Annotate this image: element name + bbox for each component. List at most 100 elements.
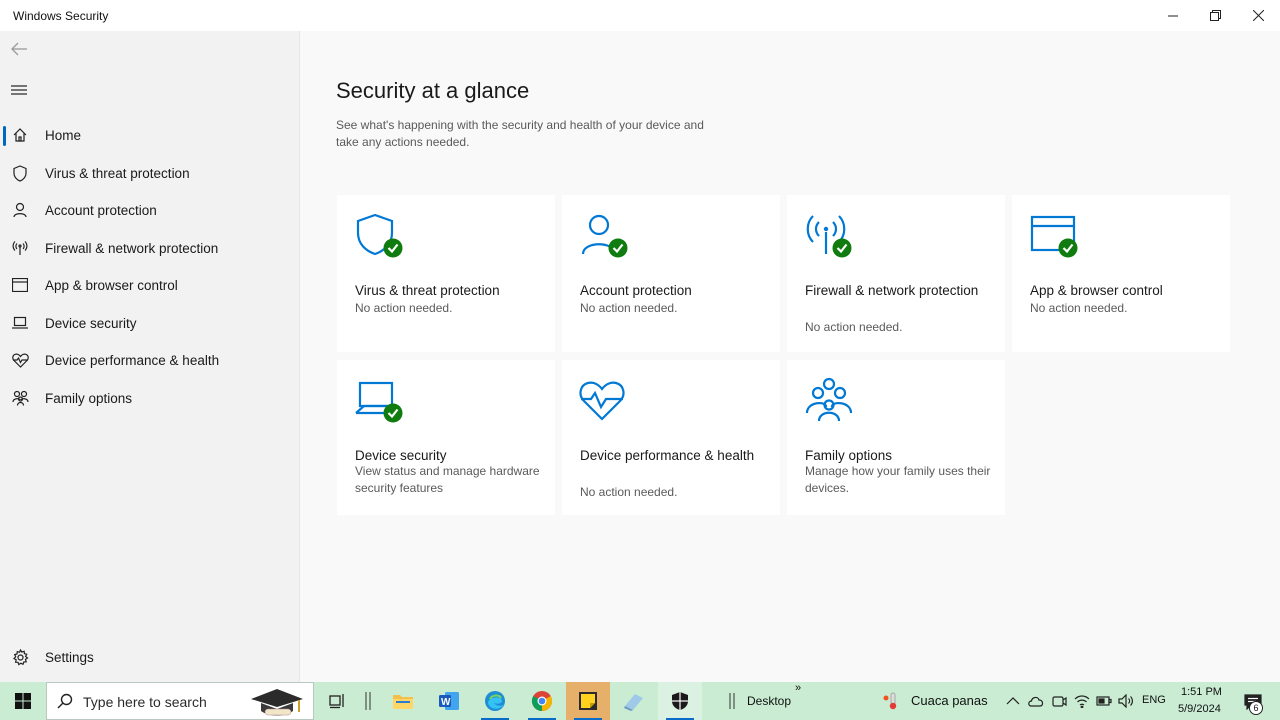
sidebar-item-label: Settings [45, 649, 94, 665]
minimize-button[interactable] [1151, 0, 1194, 31]
person-check-icon [581, 214, 628, 258]
laptop-icon [11, 314, 29, 332]
taskbar-word[interactable]: W [427, 682, 471, 720]
home-icon [11, 126, 29, 144]
sidebar-item-label: App & browser control [45, 277, 178, 293]
sidebar-item-label: Virus & threat protection [45, 165, 190, 181]
restore-button[interactable] [1194, 0, 1237, 31]
sidebar-item-account[interactable]: Account protection [0, 192, 300, 228]
tile-app-browser-control[interactable]: App & browser control No action needed. [1012, 195, 1230, 352]
taskbar-file-explorer[interactable] [381, 682, 425, 720]
shield-icon [11, 164, 29, 182]
hamburger-menu-button[interactable] [8, 80, 30, 100]
weather-icon[interactable] [883, 692, 899, 710]
heart-pulse-icon [579, 381, 625, 421]
sidebar-item-label: Device security [45, 315, 137, 331]
chrome-icon [531, 691, 553, 712]
search-icon [57, 693, 73, 709]
sidebar-item-label: Device performance & health [45, 352, 220, 368]
tile-family-options[interactable]: Family options Manage how your family us… [787, 360, 1005, 515]
onedrive-icon[interactable] [1028, 693, 1044, 709]
edge-icon [485, 691, 505, 711]
clock-time[interactable]: 1:51 PM [1181, 686, 1222, 698]
back-button[interactable] [8, 39, 30, 59]
sidebar-item-label: Home [45, 127, 82, 143]
shield-check-icon [356, 213, 403, 258]
sidebar-item-virus-threat[interactable]: Virus & threat protection [0, 155, 300, 191]
tile-title: Firewall & network protection [805, 283, 979, 298]
tile-status: Manage how your family uses their device… [805, 464, 991, 495]
close-button[interactable] [1237, 0, 1280, 31]
sticky-notes-icon [579, 692, 597, 710]
folder-icon [393, 695, 413, 709]
taskbar-eraser-app[interactable] [612, 682, 656, 720]
tile-title: App & browser control [1030, 283, 1163, 298]
sidebar: Home Virus & threat protection Account p… [0, 31, 300, 682]
tile-firewall-network-protection[interactable]: Firewall & network protection No action … [787, 195, 1005, 352]
minimize-icon [1167, 15, 1178, 16]
separator-icon [365, 692, 371, 710]
weather-text[interactable]: Cuaca panas [911, 693, 988, 708]
shield-icon [672, 692, 688, 710]
meet-now-icon[interactable] [1051, 693, 1067, 709]
sidebar-item-settings[interactable]: Settings [0, 639, 300, 675]
start-button[interactable] [0, 682, 46, 720]
taskbar-sticky-notes[interactable] [566, 682, 610, 720]
sidebar-item-app-browser[interactable]: App & browser control [0, 267, 300, 303]
windows-logo-icon [15, 693, 31, 709]
window-title: Windows Security [13, 9, 109, 23]
sidebar-item-label: Family options [45, 390, 133, 406]
tile-status: View status and manage hardware security… [355, 464, 540, 495]
back-arrow-icon [11, 42, 27, 56]
word-icon: W [439, 692, 459, 710]
sidebar-item-firewall[interactable]: Firewall & network protection [0, 230, 300, 266]
taskbar-chrome[interactable] [520, 682, 564, 720]
page-title: Security at a glance [336, 78, 530, 103]
tile-virus-threat-protection[interactable]: Virus & threat protection No action need… [337, 195, 555, 352]
task-view-icon [329, 694, 344, 709]
sidebar-item-home[interactable]: Home [0, 117, 300, 153]
main-content: Security at a glance See what's happenin… [301, 31, 1280, 682]
tile-title: Account protection [580, 283, 692, 298]
tile-device-security[interactable]: Device security View status and manage h… [337, 360, 555, 515]
toolbar-separator [722, 682, 742, 720]
tile-status: No action needed. [1030, 301, 1128, 315]
browser-check-icon [1030, 215, 1078, 258]
sidebar-item-device-security[interactable]: Device security [0, 305, 300, 341]
battery-icon[interactable] [1096, 693, 1112, 709]
desktop-toolbar-label[interactable]: Desktop [747, 694, 791, 708]
taskbar-edge[interactable] [473, 682, 517, 720]
heart-pulse-icon [11, 351, 29, 369]
taskbar-windows-security[interactable] [658, 682, 702, 720]
family-icon [805, 377, 853, 422]
page-subtitle: See what's happening with the security a… [336, 118, 704, 149]
notification-badge: 6 [1249, 701, 1263, 715]
restore-icon [1210, 10, 1221, 21]
eraser-icon [624, 694, 643, 711]
chevron-expand-icon[interactable]: » [795, 682, 801, 694]
tile-status: No action needed. [355, 301, 453, 315]
wifi-icon[interactable] [1074, 693, 1090, 709]
taskbar-search-box[interactable]: Type here to search [46, 682, 314, 720]
tile-account-protection[interactable]: Account protection No action needed. [562, 195, 780, 352]
antenna-icon [11, 239, 29, 257]
tile-device-performance-health[interactable]: Device performance & health No action ne… [562, 360, 780, 515]
laptop-check-icon [355, 381, 403, 423]
sidebar-item-label: Firewall & network protection [45, 240, 219, 256]
person-icon [11, 201, 29, 219]
language-indicator[interactable]: ENG [1142, 694, 1166, 706]
sidebar-item-family[interactable]: Family options [0, 380, 300, 416]
tile-status: No action needed. [580, 485, 678, 499]
family-icon [11, 389, 29, 407]
sidebar-item-label: Account protection [45, 202, 157, 218]
taskbar: Type here to search W Desktop » Cuaca pa… [0, 682, 1280, 720]
sidebar-item-device-performance[interactable]: Device performance & health [0, 342, 300, 378]
clock-date[interactable]: 5/9/2024 [1178, 703, 1221, 715]
hamburger-icon [11, 85, 27, 95]
volume-icon[interactable] [1118, 693, 1134, 709]
gear-icon [11, 648, 29, 666]
close-icon [1253, 10, 1264, 21]
graduation-cap-icon [251, 689, 303, 716]
chevron-up-icon[interactable] [1005, 693, 1021, 709]
separator-icon [729, 693, 735, 709]
